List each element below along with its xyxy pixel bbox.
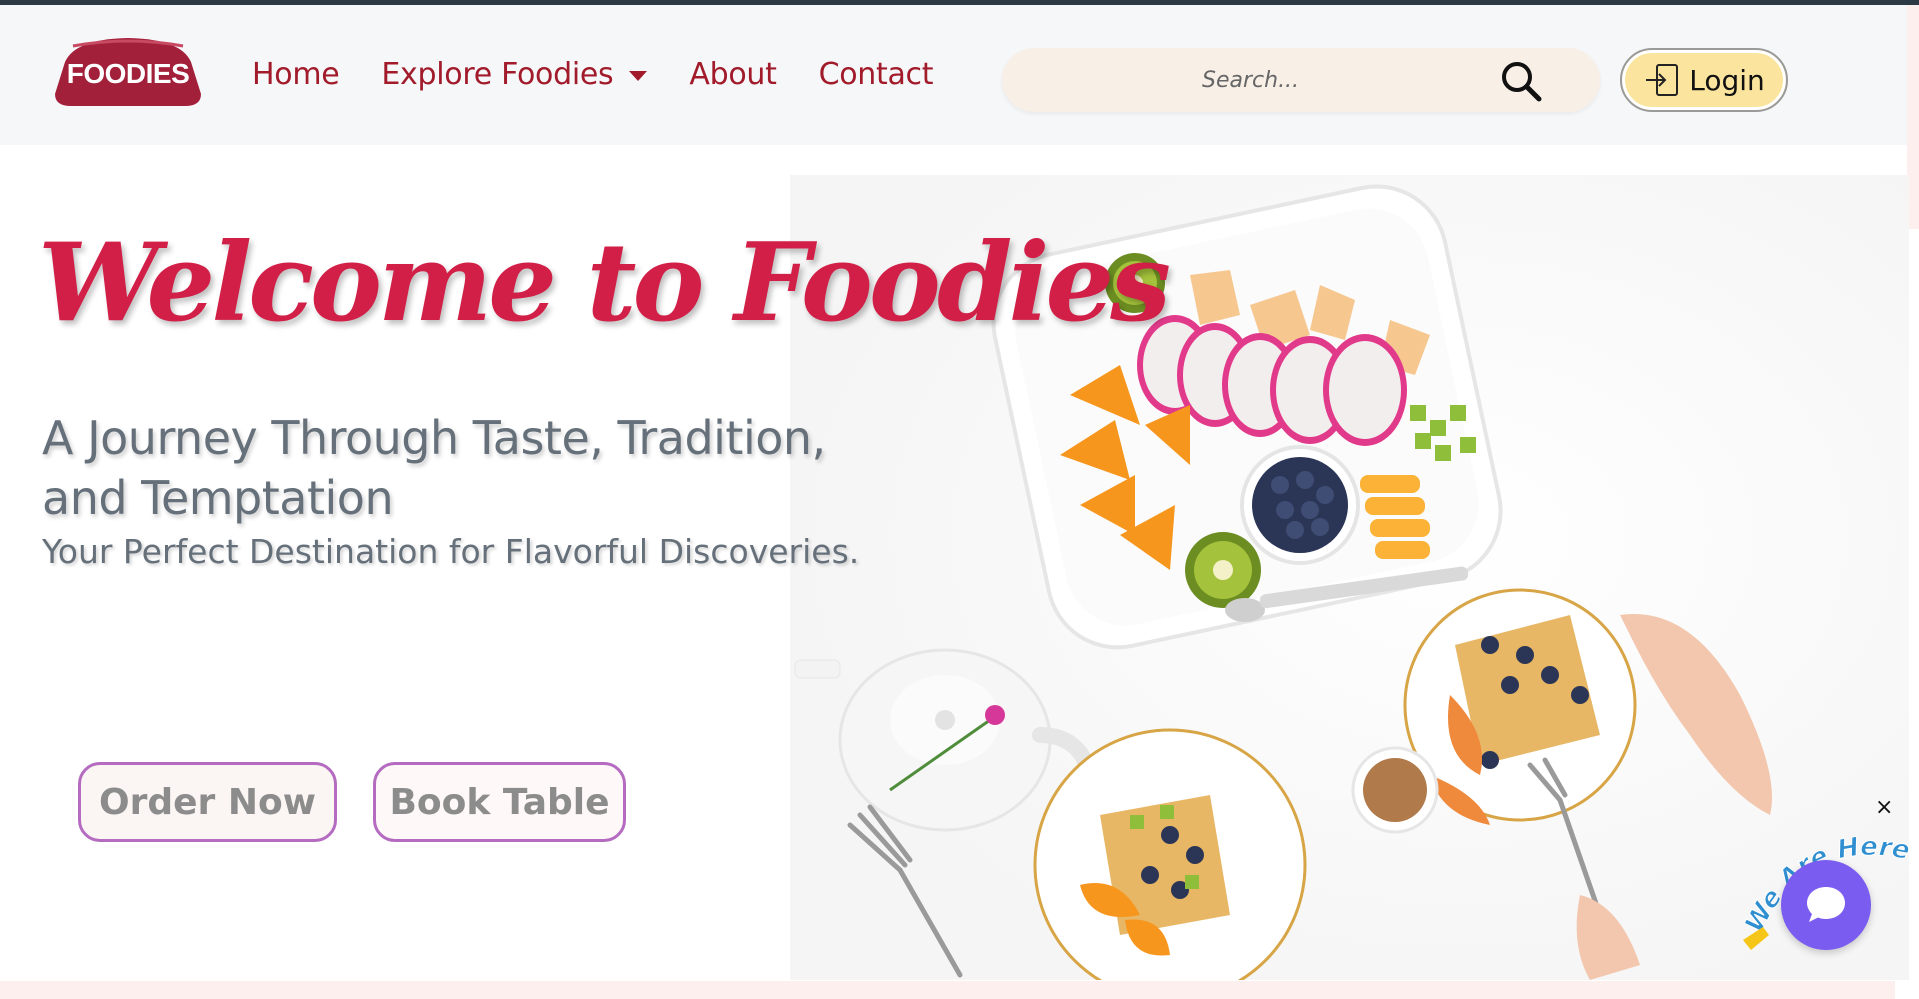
search-input[interactable] (1202, 62, 1462, 98)
nav-contact[interactable]: Contact (819, 57, 934, 92)
bottom-edge-strip (0, 981, 1895, 999)
search-icon[interactable] (1500, 60, 1542, 102)
login-button[interactable]: Login (1620, 48, 1788, 112)
blueberry-bowl (1240, 445, 1360, 565)
login-label: Login (1689, 63, 1765, 97)
chevron-down-icon (629, 70, 648, 81)
book-table-button[interactable]: Book Table (373, 762, 626, 842)
coffee-cup (1351, 746, 1439, 834)
hero-title: Welcome to Foodies (38, 220, 1171, 346)
login-icon (1646, 64, 1679, 96)
nav-home[interactable]: Home (252, 57, 340, 92)
brand-logo[interactable]: FOODIES (55, 34, 201, 108)
chat-bubble-icon (1807, 887, 1845, 922)
navbar: FOODIES Home Explore Foodies About Conta… (0, 5, 1907, 145)
chat-button[interactable] (1781, 860, 1871, 950)
hero-subtitle: A Journey Through Taste, Tradition, and … (42, 411, 826, 525)
main-nav: Home Explore Foodies About Contact (252, 57, 975, 92)
search-bar (1002, 48, 1600, 112)
nav-about[interactable]: About (689, 57, 777, 92)
nav-explore-label: Explore Foodies (381, 57, 614, 92)
nav-explore-foodies[interactable]: Explore Foodies (381, 57, 648, 92)
logo-text: FOODIES (66, 58, 190, 89)
order-now-button[interactable]: Order Now (78, 762, 337, 842)
crepe-plate-bottom (1033, 728, 1307, 980)
hero-tagline: Your Perfect Destination for Flavorful D… (42, 532, 860, 571)
